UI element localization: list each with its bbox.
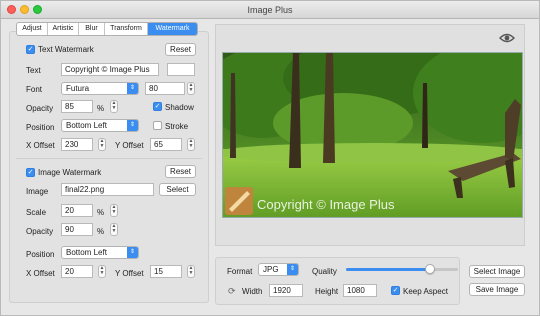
image-opacity-stepper[interactable]: ▲ ▼ — [110, 223, 118, 236]
stroke-checkbox[interactable] — [153, 121, 162, 130]
height-label: Height — [315, 287, 339, 296]
image-position-label: Position — [26, 250, 55, 259]
position-label: Position — [26, 123, 55, 132]
park-photo: Copyright © Image Plus — [223, 53, 522, 217]
tab-transform[interactable]: Transform — [105, 23, 148, 35]
image-opacity-percent: % — [97, 227, 105, 236]
image-y-offset-input[interactable]: 15 — [150, 265, 182, 278]
image-position-value: Bottom Left — [66, 248, 107, 257]
popup-arrows-icon: ⇕ — [127, 247, 138, 258]
opacity-label: Opacity — [26, 104, 54, 113]
quality-slider-knob[interactable] — [425, 264, 435, 274]
select-image-button[interactable]: Select Image — [469, 265, 525, 278]
scale-stepper[interactable]: ▲ ▼ — [110, 204, 118, 217]
save-image-button[interactable]: Save Image — [469, 283, 525, 296]
text-opacity-stepper[interactable]: ▲ ▼ — [110, 100, 118, 113]
text-watermark-checkbox[interactable]: ✓ — [26, 45, 35, 54]
text-label: Text — [26, 66, 41, 75]
preview-image[interactable]: Copyright © Image Plus — [222, 52, 523, 218]
watermark-image-field[interactable]: final22.png — [61, 183, 154, 196]
tab-watermark[interactable]: Watermark — [148, 23, 197, 35]
image-label: Image — [26, 187, 49, 196]
image-position-popup[interactable]: Bottom Left ⇕ — [61, 246, 139, 259]
quality-slider-fill — [346, 268, 430, 271]
image-opacity-label: Opacity — [26, 227, 54, 236]
text-position-popup[interactable]: Bottom Left ⇕ — [61, 119, 139, 132]
keep-aspect-label: Keep Aspect — [403, 287, 448, 296]
image-y-offset-stepper[interactable]: ▲ ▼ — [187, 265, 195, 278]
popup-arrows-icon: ⇕ — [287, 264, 298, 275]
text-x-offset-stepper[interactable]: ▲ ▼ — [98, 138, 106, 151]
link-dimensions-icon[interactable]: ⟳ — [228, 286, 236, 297]
shadow-checkbox[interactable]: ✓ — [153, 102, 162, 111]
width-input[interactable]: 1920 — [269, 284, 303, 297]
format-popup[interactable]: JPG ⇕ — [258, 263, 299, 276]
text-watermark-title: Text Watermark — [38, 45, 94, 54]
tab-artistic[interactable]: Artistic — [48, 23, 79, 35]
image-x-offset-label: X Offset — [26, 269, 55, 278]
y-offset-label: Y Offset — [115, 141, 144, 150]
text-opacity-input[interactable]: 85 — [61, 100, 93, 113]
quality-slider[interactable] — [346, 264, 458, 274]
text-color-well[interactable] — [167, 63, 195, 76]
font-popup[interactable]: Futura ⇕ — [61, 82, 139, 95]
scale-input[interactable]: 20 — [61, 204, 93, 217]
image-opacity-input[interactable]: 90 — [61, 223, 93, 236]
image-watermark-reset-button[interactable]: Reset — [165, 165, 196, 178]
font-size-stepper[interactable]: ▲ ▼ — [187, 82, 195, 95]
section-divider — [16, 158, 202, 159]
select-watermark-image-button[interactable]: Select — [159, 183, 196, 196]
tab-blur[interactable]: Blur — [79, 23, 105, 35]
font-size-input[interactable]: 80 — [145, 82, 185, 95]
image-x-offset-stepper[interactable]: ▲ ▼ — [98, 265, 106, 278]
title-bar: Image Plus — [1, 1, 539, 19]
tab-adjust[interactable]: Adjust — [17, 23, 48, 35]
text-y-offset-stepper[interactable]: ▲ ▼ — [187, 138, 195, 151]
text-x-offset-input[interactable]: 230 — [61, 138, 93, 151]
preview-watermark-text: Copyright © Image Plus — [257, 197, 395, 212]
image-watermark-title: Image Watermark — [38, 168, 102, 177]
font-popup-value: Futura — [66, 84, 90, 93]
text-position-value: Bottom Left — [66, 121, 107, 130]
popup-arrows-icon: ⇕ — [127, 83, 138, 94]
x-offset-label: X Offset — [26, 141, 55, 150]
tab-bar: Adjust Artistic Blur Transform Watermark — [16, 22, 198, 36]
stroke-label: Stroke — [165, 122, 189, 131]
width-label: Width — [242, 287, 263, 296]
text-y-offset-input[interactable]: 65 — [150, 138, 182, 151]
export-panel — [215, 257, 460, 305]
text-watermark-reset-button[interactable]: Reset — [165, 43, 196, 56]
popup-arrows-icon: ⇕ — [127, 120, 138, 131]
scale-label: Scale — [26, 208, 47, 217]
font-label: Font — [26, 85, 43, 94]
shadow-label: Shadow — [165, 103, 194, 112]
text-opacity-percent: % — [97, 104, 105, 113]
image-x-offset-input[interactable]: 20 — [61, 265, 93, 278]
format-popup-value: JPG — [263, 265, 279, 274]
height-input[interactable]: 1080 — [343, 284, 377, 297]
image-y-offset-label: Y Offset — [115, 269, 144, 278]
watermark-text-input[interactable]: Copyright © Image Plus — [61, 63, 159, 76]
window-title: Image Plus — [247, 5, 293, 15]
image-watermark-checkbox[interactable]: ✓ — [26, 168, 35, 177]
scale-percent: % — [97, 208, 105, 217]
eye-icon[interactable] — [499, 32, 515, 44]
quality-label: Quality — [312, 267, 337, 276]
keep-aspect-checkbox[interactable]: ✓ — [391, 286, 400, 295]
format-label: Format — [227, 267, 253, 276]
